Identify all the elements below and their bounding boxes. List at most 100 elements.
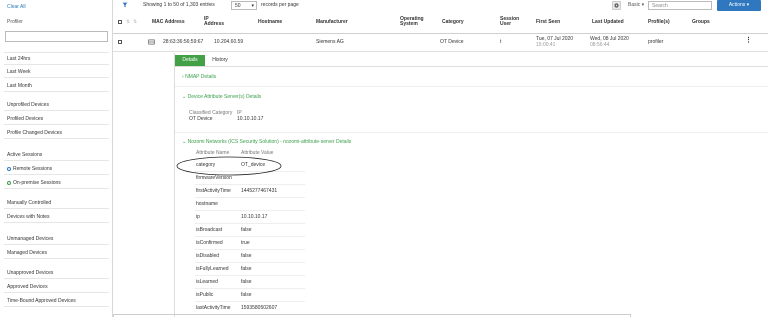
settings-button[interactable] (612, 1, 621, 10)
row-checkbox[interactable] (118, 40, 122, 44)
more-options-icon[interactable]: ⋮ (745, 37, 752, 44)
das-value-ip: 10.10.10.17 (237, 116, 264, 122)
attr-name: hostname (196, 201, 218, 207)
das-section-title: Device Attribute Server(s) Details (187, 94, 262, 100)
sidebar-item-label: On-premise Sessions (13, 180, 61, 186)
cell-session-user: t (500, 39, 502, 45)
attr-name: firstActivityTime (196, 188, 231, 194)
page-size-value: 50 (235, 3, 241, 9)
attr-name: isBroadcast (196, 227, 223, 233)
attr-value: false (241, 253, 252, 259)
page-size-select[interactable]: 50 ▾ (231, 1, 257, 10)
das-details-toggle[interactable]: ⌄ Device Attribute Server(s) Details (182, 94, 261, 100)
attr-value: 1593580502607 (241, 305, 278, 311)
divider (4, 160, 109, 161)
sort-icon[interactable]: ⇅ (126, 20, 130, 25)
divider (195, 301, 305, 302)
divider (195, 275, 305, 276)
attr-name: isFullyLearned (196, 266, 229, 272)
sidebar-item-profile-changed-devices[interactable]: Profile Changed Devices (7, 130, 62, 136)
table-header: ⇅ ⇅ MAC Address IP Address Hostname Manu… (113, 12, 768, 34)
das-value-category: OT Device (189, 116, 213, 122)
divider (4, 188, 109, 189)
basic-search-toggle[interactable]: Basic ▾ (628, 2, 644, 8)
clear-all-link[interactable]: Clear All (7, 4, 26, 10)
sidebar-item-active-sessions[interactable]: Active Sessions (7, 152, 42, 158)
sidebar-item-approved-devices[interactable]: Approved Devices (7, 284, 48, 290)
attr-name: ip (196, 214, 200, 220)
sidebar-item-manually-controlled[interactable]: Manually Controlled (7, 200, 51, 206)
cell-category: OT Device (440, 39, 464, 45)
sidebar-item-unapproved-devices[interactable]: Unapproved Devices (7, 270, 53, 276)
device-icon[interactable] (148, 39, 155, 45)
sidebar-search-input[interactable] (5, 31, 108, 42)
attr-name: isDisabled (196, 253, 220, 259)
attr-name: isConfirmed (196, 240, 223, 246)
divider (4, 222, 109, 223)
divider (4, 77, 109, 78)
col-category[interactable]: Category (442, 20, 464, 25)
highlight-ellipse (176, 156, 282, 176)
search-input[interactable]: Search (648, 1, 712, 10)
col-mac-address[interactable]: MAC Address (152, 20, 185, 25)
col-ip-address[interactable]: IP Address (204, 17, 226, 27)
actions-button[interactable]: Actions ▾ (717, 0, 761, 11)
attr-value: false (241, 266, 252, 272)
col-session-user[interactable]: Session User (500, 17, 524, 27)
attr-value: false (241, 292, 252, 298)
sidebar-item-unmanaged-devices[interactable]: Unmanaged Devices (7, 236, 53, 242)
sidebar-item-last-week[interactable]: Last Week (7, 69, 31, 75)
attr-value: true (241, 240, 250, 246)
sidebar-item-devices-with-notes[interactable]: Devices with Notes (7, 214, 50, 220)
table-row[interactable]: 28:63:36:56:59:67 10.204.60.59 Siemens A… (113, 34, 768, 52)
sidebar-item-last-month[interactable]: Last Month (7, 83, 32, 89)
col-first-seen[interactable]: First Seen (536, 20, 560, 25)
attr-value: false (241, 227, 252, 233)
divider (195, 197, 305, 198)
divider (4, 91, 109, 92)
sidebar-title: Profiler (7, 19, 23, 25)
cell-manufacturer: Siemens AG (316, 39, 344, 45)
radio-icon[interactable] (7, 166, 11, 171)
sidebar-item-remote-sessions[interactable]: Remote Sessions (7, 166, 52, 172)
col-profiles[interactable]: Profile(s) (648, 20, 670, 25)
col-operating-system[interactable]: Operating System (400, 17, 428, 27)
attr-value: false (241, 279, 252, 285)
divider (4, 64, 109, 65)
col-hostname[interactable]: Hostname (258, 20, 282, 25)
divider (4, 292, 109, 293)
divider (4, 258, 109, 259)
sidebar-item-last-24hrs[interactable]: Last 24hrs (7, 56, 30, 62)
divider (4, 244, 109, 245)
attr-value: 1445277467431 (241, 188, 278, 194)
divider (195, 288, 305, 289)
attr-name: lastActivityTime (196, 305, 231, 311)
col-manufacturer[interactable]: Manufacturer (316, 20, 348, 25)
tab-history[interactable]: History (206, 55, 234, 66)
nozomi-details-toggle[interactable]: ⌄ Nozomi Networks (ICS Security Solution… (182, 139, 351, 145)
nmap-details-toggle[interactable]: › NMAP Details (182, 74, 216, 80)
attr-name: isPublic (196, 292, 214, 298)
sidebar-item-unprofiled-devices[interactable]: Unprofiled Devices (7, 102, 49, 108)
row-details-panel: Details History › NMAP Details ⌄ Device … (174, 53, 768, 317)
cell-ip: 10.204.60.59 (214, 39, 244, 45)
divider (4, 306, 109, 307)
col-last-updated[interactable]: Last Updated (592, 20, 624, 25)
sidebar-item-on-premise-sessions[interactable]: On-premise Sessions (7, 180, 61, 186)
filter-icon[interactable] (122, 2, 128, 8)
radio-icon[interactable] (7, 180, 11, 185)
sidebar-item-profiled-devices[interactable]: Profiled Devices (7, 116, 43, 122)
chevron-down-icon: ⌄ (182, 139, 187, 145)
col-groups[interactable]: Groups (692, 20, 710, 25)
sidebar-item-time-bound-approved-devices[interactable]: Time-Bound Approved Devices (7, 298, 76, 304)
tab-details[interactable]: Details (175, 55, 205, 66)
divider (195, 262, 305, 263)
sidebar-item-managed-devices[interactable]: Managed Devices (7, 250, 47, 256)
chevron-right-icon: › (182, 74, 184, 80)
select-all-checkbox[interactable] (118, 20, 122, 24)
divider (195, 184, 305, 185)
divider (4, 52, 109, 53)
divider (175, 132, 768, 133)
tab-underline (175, 66, 768, 67)
sort-icon[interactable]: ⇅ (133, 20, 137, 25)
